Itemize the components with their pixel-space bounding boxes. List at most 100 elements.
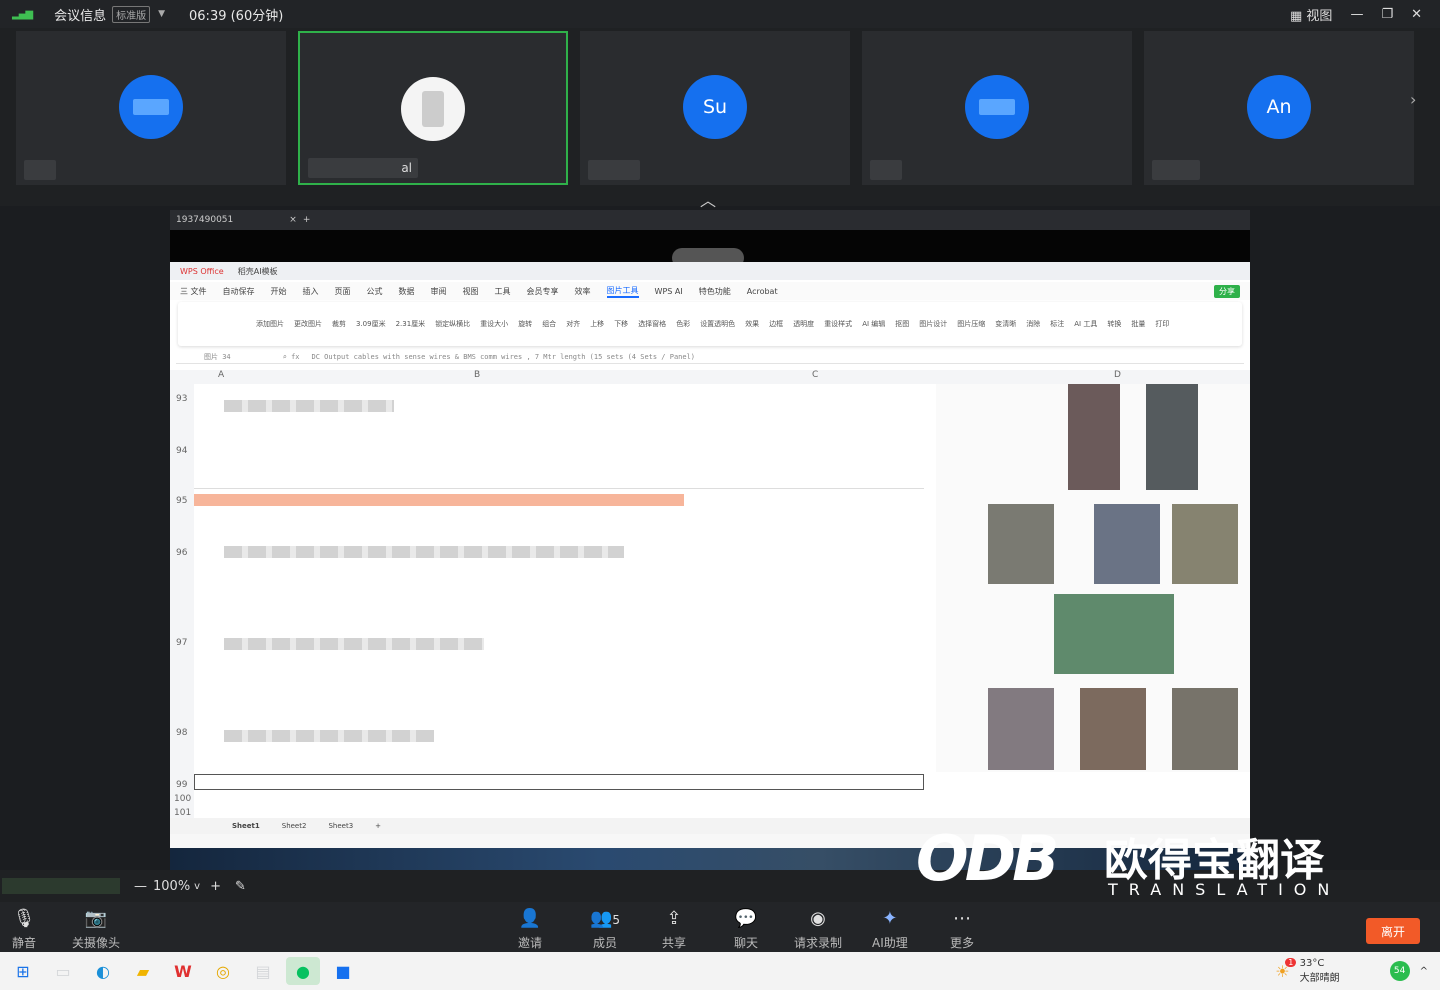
ribbon-tool[interactable]: 裁剪	[332, 319, 346, 329]
ribbon-tool[interactable]: 下移	[614, 319, 628, 329]
menu-item[interactable]: 开始	[271, 286, 287, 297]
participant-tile[interactable]	[16, 31, 286, 185]
wps-icon[interactable]: W	[166, 957, 200, 985]
pen-icon[interactable]: ✎	[235, 879, 246, 894]
ribbon-tool[interactable]: 色彩	[676, 319, 690, 329]
ribbon-tool[interactable]: 2.31厘米	[396, 319, 426, 329]
row-100[interactable]: 100	[174, 794, 191, 804]
ribbon-tool[interactable]: 重设样式	[824, 319, 852, 329]
chevron-down-icon[interactable]: ▼	[158, 9, 165, 19]
meeting-app-icon[interactable]: ■	[326, 957, 360, 985]
app-window-icon[interactable]: ▤	[246, 957, 280, 985]
row-99[interactable]: 99	[176, 780, 187, 790]
menu-item[interactable]: 效率	[575, 286, 591, 297]
mute-button[interactable]: 🎙 静音	[12, 908, 36, 951]
camera-button[interactable]: 📷 关摄像头	[72, 908, 120, 951]
row-94[interactable]: 94	[176, 446, 187, 456]
row-96[interactable]: 96	[176, 548, 187, 558]
tab-add-icon[interactable]: +	[303, 215, 311, 225]
menu-item[interactable]: 视图	[463, 286, 479, 297]
col-d[interactable]: D	[1114, 370, 1121, 380]
ribbon-tool[interactable]: 消除	[1026, 319, 1040, 329]
ribbon-tool[interactable]: 图片压缩	[957, 319, 985, 329]
sheet-tab-1[interactable]: Sheet1	[232, 822, 260, 830]
leave-button[interactable]: 离开	[1366, 918, 1420, 944]
ribbon-tool[interactable]: 图片设计	[919, 319, 947, 329]
ribbon-tool[interactable]: 锁定纵横比	[435, 319, 470, 329]
menu-item[interactable]: 图片工具	[606, 285, 639, 298]
ribbon-tool[interactable]: 透明度	[793, 319, 814, 329]
chevron-down-icon[interactable]: v	[194, 881, 200, 892]
weather-icon[interactable]: ☀ 1	[1275, 957, 1297, 981]
ribbon-tool[interactable]: 抠图	[895, 319, 909, 329]
ribbon-tool[interactable]: 旋转	[518, 319, 532, 329]
chevron-up-icon[interactable]: ^	[1420, 966, 1428, 977]
ribbon-tool[interactable]: 组合	[542, 319, 556, 329]
ai-assistant-button[interactable]: ✦ AI助理	[872, 908, 908, 951]
menu-item[interactable]: 特色功能	[699, 286, 731, 297]
search-icon[interactable]: ⌕ fx	[283, 353, 300, 361]
zoom-in-button[interactable]: +	[210, 879, 221, 894]
row-98[interactable]: 98	[176, 728, 187, 738]
row-95[interactable]: 95	[176, 496, 187, 506]
sheet-tab-3[interactable]: Sheet3	[328, 822, 353, 830]
participant-tile[interactable]: Su	[580, 31, 850, 185]
formula-text[interactable]: DC Output cables with sense wires & BMS …	[312, 353, 696, 361]
participant-tile[interactable]	[862, 31, 1132, 185]
chat-button[interactable]: 💬 聊天	[734, 908, 758, 951]
close-icon[interactable]: ✕	[1411, 7, 1422, 22]
zoom-out-button[interactable]: —	[134, 879, 147, 894]
name-box[interactable]: 图片 34	[204, 352, 231, 362]
row-97[interactable]: 97	[176, 638, 187, 648]
ribbon-tool[interactable]: 上移	[590, 319, 604, 329]
tab-close-icon[interactable]: ×	[289, 215, 297, 225]
sheet-tab-2[interactable]: Sheet2	[282, 822, 307, 830]
more-button[interactable]: ⋯ 更多	[950, 908, 974, 951]
windows-start-icon[interactable]: ⊞	[6, 957, 40, 985]
share-button[interactable]: ⇪ 共享	[662, 908, 686, 951]
ribbon-tool[interactable]: 3.09厘米	[356, 319, 386, 329]
restore-icon[interactable]: ❐	[1381, 7, 1393, 22]
ribbon-tool[interactable]: 效果	[745, 319, 759, 329]
folder-icon[interactable]: ▰	[126, 957, 160, 985]
tab-wps-office[interactable]: WPS Office	[180, 267, 224, 276]
menu-item[interactable]: 页面	[335, 286, 351, 297]
ribbon-tool[interactable]: 更改图片	[294, 319, 322, 329]
col-a[interactable]: A	[218, 370, 224, 380]
record-button[interactable]: ◉ 请求录制	[794, 908, 842, 951]
view-button[interactable]: ▦ 视图	[1290, 5, 1332, 24]
menu-item[interactable]: 三 文件	[180, 286, 207, 297]
menu-item[interactable]: 审阅	[431, 286, 447, 297]
ribbon-tool[interactable]: 打印	[1155, 319, 1169, 329]
menu-item[interactable]: 插入	[303, 286, 319, 297]
tab-ai-template[interactable]: 稻壳AI模板	[238, 266, 278, 277]
ribbon-tool[interactable]: 添加图片	[256, 319, 284, 329]
ribbon-tool[interactable]: 转换	[1107, 319, 1121, 329]
edge-icon[interactable]: ◐	[86, 957, 120, 985]
battery-badge[interactable]: 54	[1389, 961, 1410, 981]
ribbon-tool[interactable]: 标注	[1050, 319, 1064, 329]
ribbon-tool[interactable]: AI 工具	[1074, 319, 1097, 329]
menu-item[interactable]: WPS AI	[655, 287, 683, 296]
chevron-right-icon[interactable]: ›	[1410, 90, 1416, 109]
participant-tile[interactable]: An	[1144, 31, 1414, 185]
embedded-pictures[interactable]	[936, 384, 1250, 772]
task-view-icon[interactable]: ▭	[46, 957, 80, 985]
participant-tile-active[interactable]: al	[298, 31, 568, 185]
ribbon-tool[interactable]: AI 编辑	[862, 319, 885, 329]
zoom-level[interactable]: 100%	[153, 879, 190, 894]
menu-item[interactable]: 公式	[367, 286, 383, 297]
menu-item[interactable]: 工具	[495, 286, 511, 297]
collapse-strip-icon[interactable]: ︿	[700, 187, 716, 211]
ribbon-tool[interactable]: 批量	[1131, 319, 1145, 329]
add-sheet-button[interactable]: +	[375, 822, 381, 830]
ribbon-tool[interactable]: 对齐	[566, 319, 580, 329]
row-101[interactable]: 101	[174, 808, 191, 818]
invite-button[interactable]: 👤 邀请	[518, 908, 542, 951]
share-doc-button[interactable]: 分享	[1214, 284, 1240, 298]
meeting-info-button[interactable]: 会议信息	[54, 5, 106, 24]
cell-grid[interactable]	[194, 384, 1250, 830]
ribbon-tool[interactable]: 选择窗格	[638, 319, 666, 329]
row-93[interactable]: 93	[176, 394, 187, 404]
menu-item[interactable]: 会员专享	[527, 286, 559, 297]
